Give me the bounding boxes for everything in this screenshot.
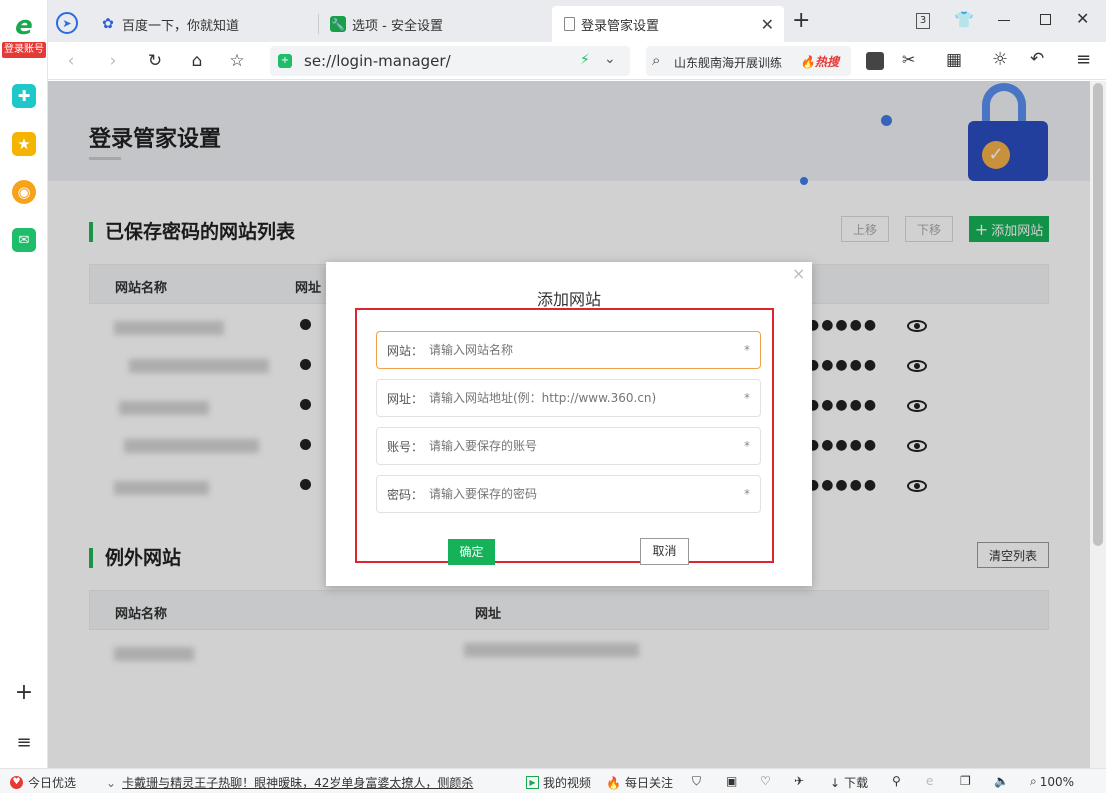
sound-icon[interactable]: 🔈 (994, 774, 1009, 788)
site-url-input[interactable] (429, 391, 729, 405)
apps-grid-icon[interactable]: ▦ (946, 50, 962, 70)
sidebar-add-icon[interactable]: + (12, 680, 36, 705)
site-name-input[interactable] (429, 343, 729, 357)
scissors-icon[interactable]: ✂ (902, 50, 915, 69)
site-name-field[interactable]: 网站： * (376, 331, 761, 369)
site-url-label: 网址： (387, 391, 424, 406)
today-picks[interactable]: ♥ 今日优选 (10, 774, 76, 791)
forward-icon[interactable]: › (102, 50, 124, 72)
download[interactable]: ↓ 下载 (830, 774, 868, 791)
lightning-icon[interactable]: ⚡ (580, 52, 590, 68)
news-headline[interactable]: 卡戴珊与精灵王子热聊！眼神暧昧，42岁单身富婆太撩人，侧颜杀 (122, 774, 473, 791)
password-input[interactable] (429, 487, 729, 501)
add-site-dialog: 添加网站 × 网站： * 网址： * 账号： * 密码： * 确定 取消 (326, 262, 812, 586)
password-field[interactable]: 密码： * (376, 475, 761, 513)
heart-icon: ♥ (10, 776, 23, 789)
tab-login-manager[interactable]: 登录管家设置 ✕ (552, 6, 784, 42)
navigate-icon[interactable]: ➤ (56, 12, 78, 34)
undo-icon[interactable]: ↶ (1030, 49, 1044, 69)
tab-label: 选项 - 安全设置 (352, 18, 443, 34)
address-bar[interactable]: + se://login-manager/ ⚡ ⌄ (270, 46, 630, 76)
tab-bar: ➤ ✿ 百度一下，你就知道 🔧 选项 - 安全设置 登录管家设置 ✕ + 3 👕… (48, 0, 1106, 42)
tab-counter[interactable]: 3 (916, 13, 930, 29)
wrench-icon: 🔧 (330, 16, 346, 32)
window-icon[interactable]: ❐ (960, 774, 971, 788)
news-ticker[interactable]: ⌄ 卡戴珊与精灵王子热聊！眼神暧昧，42岁单身富婆太撩人，侧颜杀 (106, 774, 473, 791)
shield-icon[interactable]: ⛉ (692, 774, 701, 789)
back-icon[interactable]: ‹ (60, 50, 82, 72)
star-favorites-icon[interactable]: ★ (12, 132, 36, 156)
account-input[interactable] (429, 439, 729, 453)
required-mark: * (744, 391, 750, 405)
cancel-button[interactable]: 取消 (640, 538, 689, 565)
daily-follow-label: 每日关注 (624, 776, 673, 790)
heartbeat-icon[interactable]: ♡ (760, 774, 771, 788)
site-url-field[interactable]: 网址： * (376, 379, 761, 417)
chevron-icon: ⌄ (106, 775, 117, 790)
home-icon[interactable]: ⌂ (186, 50, 208, 72)
menu-icon[interactable]: ≡ (1076, 49, 1091, 70)
confirm-button[interactable]: 确定 (448, 539, 495, 565)
tab-label: 百度一下，你就知道 (122, 18, 240, 34)
new-tab-button[interactable]: + (792, 8, 810, 33)
my-video[interactable]: ▶ 我的视频 (526, 774, 591, 791)
tab-label: 登录管家设置 (581, 18, 660, 34)
glasses-icon[interactable]: ⚲ (892, 774, 901, 788)
video-play-icon: ▶ (526, 776, 539, 789)
today-picks-label: 今日优选 (28, 776, 77, 790)
scrollbar-thumb[interactable] (1093, 83, 1103, 546)
flame-icon: 🔥 (606, 775, 621, 790)
tab-divider (318, 14, 319, 34)
maximize-icon[interactable] (1040, 14, 1051, 25)
weibo-icon[interactable]: ◉ (12, 180, 36, 204)
password-label: 密码： (387, 487, 424, 502)
hot-search-text: 热搜 (814, 55, 839, 69)
site-name-label: 网站： (387, 343, 424, 358)
browser-logo-icon[interactable]: e (12, 11, 36, 41)
login-account-badge[interactable]: 登录账号 (2, 42, 46, 58)
refresh-icon[interactable]: ↻ (144, 50, 166, 72)
tab-baidu[interactable]: ✿ 百度一下，你就知道 (100, 6, 310, 42)
baidu-paw-icon: ✿ (102, 16, 114, 32)
medical-cross-icon[interactable]: ✚ (12, 84, 36, 108)
download-label: 下载 (844, 776, 869, 790)
image-icon[interactable]: ▣ (726, 774, 737, 788)
search-suggestion[interactable]: 山东舰南海开展训练 (674, 54, 782, 71)
close-window-icon[interactable]: ✕ (1076, 9, 1089, 28)
search-box[interactable]: ⌕ 山东舰南海开展训练 🔥热搜 (646, 46, 851, 76)
tab-options[interactable]: 🔧 选项 - 安全设置 (330, 6, 540, 42)
daily-follow[interactable]: 🔥 每日关注 (606, 774, 673, 791)
brightness-icon[interactable]: ☼ (992, 49, 1008, 70)
required-mark: * (744, 487, 750, 501)
bookmark-star-icon[interactable]: ☆ (226, 50, 248, 72)
ie-icon[interactable]: e (926, 774, 933, 788)
minimize-icon[interactable] (998, 20, 1010, 21)
navigation-bar: ‹ › ↻ ⌂ ☆ + se://login-manager/ ⚡ ⌄ ⌕ 山东… (48, 42, 1106, 80)
required-mark: * (744, 343, 750, 357)
my-video-label: 我的视频 (543, 776, 592, 790)
page-icon (564, 17, 575, 31)
download-icon: ↓ (830, 775, 841, 790)
required-mark: * (744, 439, 750, 453)
browser-sidebar: e 登录账号 ✚ ★ ◉ ✉ + ≡ (0, 0, 48, 768)
hot-search-label[interactable]: 🔥热搜 (800, 53, 839, 70)
zoom-icon: ⌕ (1030, 774, 1037, 788)
secure-shield-icon: + (278, 54, 292, 68)
account-label: 账号： (387, 439, 424, 454)
zoom-value: 100% (1039, 774, 1075, 789)
shirt-skin-icon[interactable]: 👕 (954, 10, 974, 29)
dialog-close-icon[interactable]: × (792, 264, 805, 283)
search-icon: ⌕ (652, 51, 661, 69)
status-bar: ♥ 今日优选 ⌄ 卡戴珊与精灵王子热聊！眼神暧昧，42岁单身富婆太撩人，侧颜杀 … (0, 768, 1106, 793)
account-field[interactable]: 账号： * (376, 427, 761, 465)
url-text[interactable]: se://login-manager/ (304, 52, 451, 70)
mail-icon[interactable]: ✉ (12, 228, 36, 252)
zoom-level[interactable]: ⌕ 100% (1030, 774, 1074, 789)
reader-icon[interactable] (866, 52, 884, 70)
sidebar-menu-icon[interactable]: ≡ (12, 730, 36, 754)
tab-close-icon[interactable]: ✕ (761, 15, 774, 34)
rocket-icon[interactable]: ✈ (794, 774, 804, 788)
chevron-down-icon[interactable]: ⌄ (604, 51, 616, 67)
dialog-title: 添加网站 (536, 290, 601, 309)
